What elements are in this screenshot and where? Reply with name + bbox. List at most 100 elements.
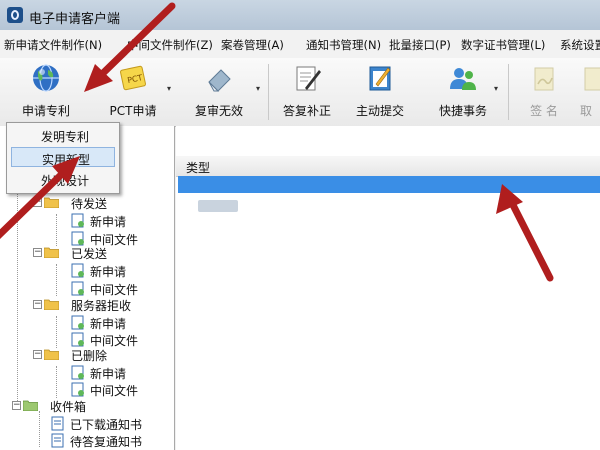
edit-document-icon [369,66,391,91]
menu-system-settings[interactable]: 系统设置 [560,37,600,53]
toolbar: 申请专利 ▾ PCT PCT申请 ▾ 复审无效 ▾ 答复补正 主动提交 快捷事务… [0,58,600,127]
tree-item-label: 新申请 [90,367,127,381]
tree-folder-rejected[interactable]: − 服务器拒收 [33,296,173,314]
tree-guide-line [56,316,57,348]
reexamination-dropdown-icon[interactable]: ▾ [256,84,264,93]
tree-guide-line [39,411,40,447]
menu-certificate-management[interactable]: 数字证书管理(L) [461,37,545,53]
tree-folder-inbox-label: 收件箱 [50,400,87,414]
app-window: 电子申请客户端 新申请文件制作(N) 中间文件制作(Z) 案卷管理(A) 通知书… [0,0,600,450]
pct-application-label: PCT申请 [109,104,157,118]
collapse-icon[interactable]: − [33,300,42,309]
collapse-icon[interactable]: − [33,350,42,359]
tree-item-downloaded-notices[interactable]: 已下载通知书 [48,415,172,433]
apply-patent-dropdown-icon[interactable]: ▾ [86,84,94,93]
active-submit-button[interactable]: 主动提交 [344,58,416,124]
tree-item-rejected-new[interactable]: 新申请 [68,314,168,332]
menu-new-application[interactable]: 新申请文件制作(N) [4,37,102,53]
reply-correction-label: 答复补正 [282,104,331,118]
tree-folder-deleted-label: 已删除 [71,349,108,363]
tree-folder-pending-label: 待发送 [71,197,108,211]
document-icon [71,281,84,296]
document-icon [71,382,84,397]
cancel-icon [584,67,600,91]
folder-icon [44,299,59,310]
tree-folder-sent[interactable]: − 已发送 [33,244,163,262]
tree-folder-deleted[interactable]: − 已删除 [33,346,163,364]
dropdown-item-utility-model[interactable]: 实用新型 [11,147,115,167]
dropdown-item-label: 外观设计 [41,174,90,188]
sign-label: 签 名 [530,104,558,118]
eraser-icon [208,69,231,92]
menu-case-management[interactable]: 案卷管理(A) [221,37,284,53]
document-icon [71,332,84,347]
folder-icon [44,247,59,258]
tree-folder-sent-label: 已发送 [71,247,108,261]
document-icon [71,263,84,278]
dropdown-item-design[interactable]: 外观设计 [11,169,115,189]
cancel-sign-label: 取 [580,104,593,118]
patent-type-dropdown: 发明专利 实用新型 外观设计 [6,122,120,194]
active-submit-label: 主动提交 [355,104,404,118]
tree-guide-line [56,214,57,246]
dropdown-item-invention[interactable]: 发明专利 [11,125,115,145]
notice-icon [51,416,64,431]
dropdown-item-label: 实用新型 [42,153,91,167]
tree-item-label: 待答复通知书 [70,435,143,449]
users-icon [450,68,476,90]
tree-item-label: 已下载通知书 [70,418,143,432]
globe-icon [33,64,59,92]
sign-button[interactable]: 签 名 [514,58,574,124]
pen-paper-icon [296,66,321,91]
tree-item-label: 新申请 [90,317,127,331]
quick-affairs-dropdown-icon[interactable]: ▾ [494,84,502,93]
menu-interim-document[interactable]: 中间文件制作(Z) [127,37,213,53]
quick-affairs-button[interactable]: 快捷事务 [426,58,500,124]
sign-icon [534,67,554,91]
tree-guide-line [56,264,57,296]
toolbar-separator [508,64,509,120]
list-row-selected[interactable] [178,176,600,193]
tree-item-label: 新申请 [90,265,127,279]
folder-icon [44,197,59,208]
apply-patent-label: 申请专利 [21,104,70,118]
document-icon [71,213,84,228]
notice-icon [51,433,64,448]
menu-bar: 新申请文件制作(N) 中间文件制作(Z) 案卷管理(A) 通知书管理(N) 批量… [0,30,600,59]
document-icon [71,365,84,380]
file-list-panel: 类型 [176,126,600,450]
cancel-sign-button[interactable]: 取 [576,58,600,124]
folder-icon [23,400,38,411]
tree-folder-inbox[interactable]: − 收件箱 [12,397,142,415]
tree-folder-rejected-label: 服务器拒收 [71,299,132,313]
reexamination-button[interactable]: 复审无效 [184,58,254,124]
reexamination-label: 复审无效 [194,104,243,118]
quick-affairs-label: 快捷事务 [438,104,487,118]
dropdown-item-label: 发明专利 [41,130,90,144]
tree-item-sent-new[interactable]: 新申请 [68,262,168,280]
folder-icon [44,349,59,360]
window-title: 电子申请客户端 [29,12,121,27]
pct-dropdown-icon[interactable]: ▾ [167,84,175,93]
collapse-icon[interactable]: − [33,198,42,207]
app-logo-icon [7,7,23,23]
tree-folder-pending[interactable]: − 待发送 [33,194,163,212]
collapse-icon[interactable]: − [33,248,42,257]
document-icon [71,315,84,330]
menu-batch-interface[interactable]: 批量接口(P) [389,37,451,53]
apply-patent-button[interactable]: 申请专利 [10,58,82,124]
pct-document-icon: PCT [120,65,146,91]
column-type-label: 类型 [186,161,211,175]
tree-item-pending-new[interactable]: 新申请 [68,212,168,230]
tree-item-label: 新申请 [90,215,127,229]
collapse-icon[interactable]: − [12,401,21,410]
tree-item-to-reply-notices[interactable]: 待答复通知书 [48,432,172,450]
tree-item-deleted-new[interactable]: 新申请 [68,364,168,382]
pct-application-button[interactable]: PCT PCT申请 [100,58,166,124]
tree-guide-line [56,366,57,398]
reply-correction-button[interactable]: 答复补正 [272,58,342,124]
menu-notice-management[interactable]: 通知书管理(N) [306,37,381,53]
toolbar-separator [268,64,269,120]
title-bar: 电子申请客户端 [0,0,600,30]
list-column-header[interactable]: 类型 [176,156,600,177]
